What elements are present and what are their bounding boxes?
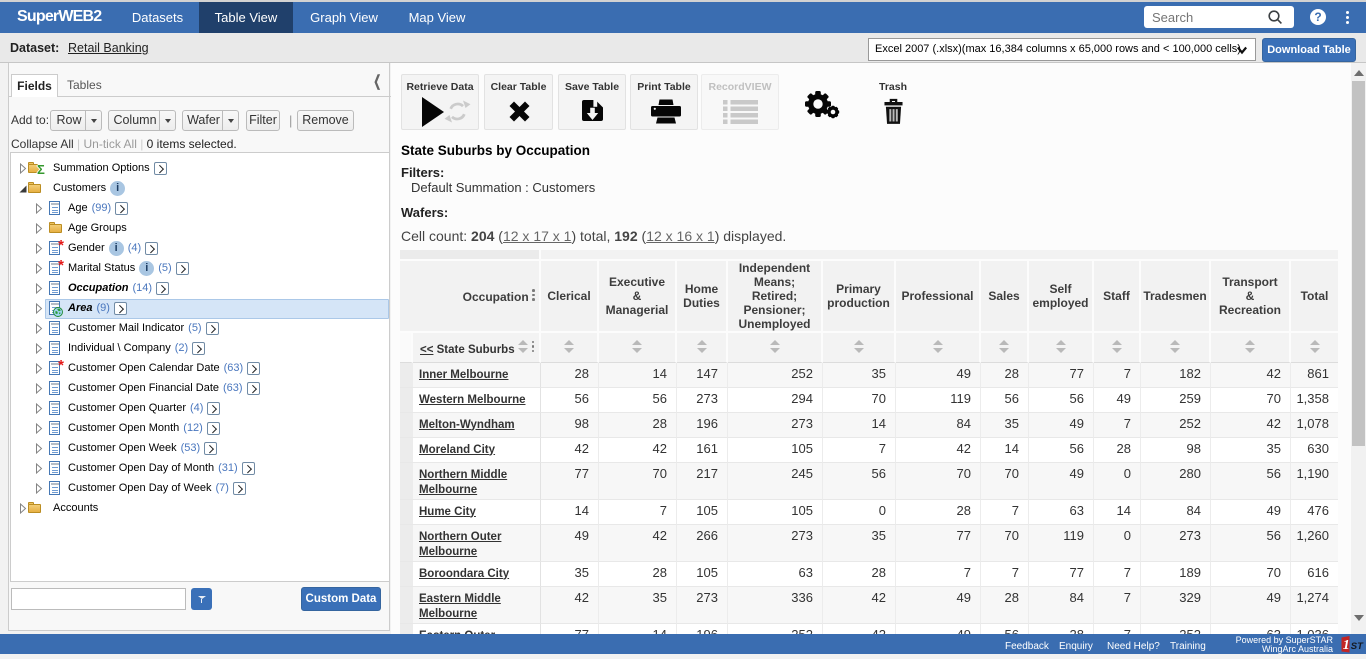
svg-text:ST: ST <box>1351 641 1364 652</box>
svg-text:1: 1 <box>1343 638 1350 653</box>
